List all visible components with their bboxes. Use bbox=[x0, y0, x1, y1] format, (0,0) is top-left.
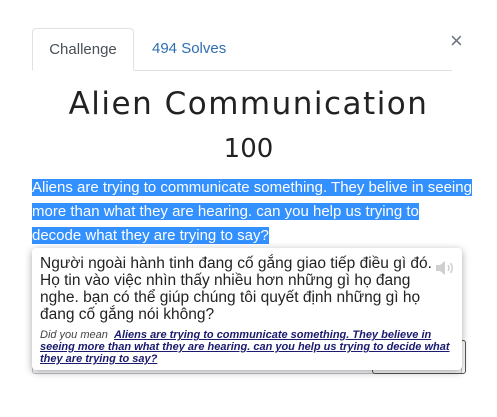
challenge-points: 100 bbox=[223, 134, 274, 164]
challenge-modal: Challenge 494 Solves × Alien Communicati… bbox=[0, 0, 497, 417]
translate-popup: Người ngoài hành tinh đang cố gắng giao … bbox=[32, 248, 462, 370]
speaker-icon[interactable] bbox=[435, 260, 455, 276]
translation-text: Người ngoài hành tinh đang cố gắng giao … bbox=[40, 255, 432, 323]
did-you-mean-label: Did you mean bbox=[40, 329, 108, 341]
tab-solves[interactable]: 494 Solves bbox=[152, 28, 226, 70]
tab-bar: Challenge 494 Solves bbox=[32, 28, 452, 71]
selected-text: Aliens are trying to communicate somethi… bbox=[32, 179, 472, 244]
challenge-description: Aliens are trying to communicate somethi… bbox=[32, 176, 472, 248]
challenge-title: Alien Communication bbox=[68, 86, 429, 122]
close-icon[interactable]: × bbox=[450, 30, 463, 52]
did-you-mean: Did you mean Aliens are trying to commun… bbox=[40, 329, 454, 365]
tab-challenge[interactable]: Challenge bbox=[32, 28, 134, 71]
